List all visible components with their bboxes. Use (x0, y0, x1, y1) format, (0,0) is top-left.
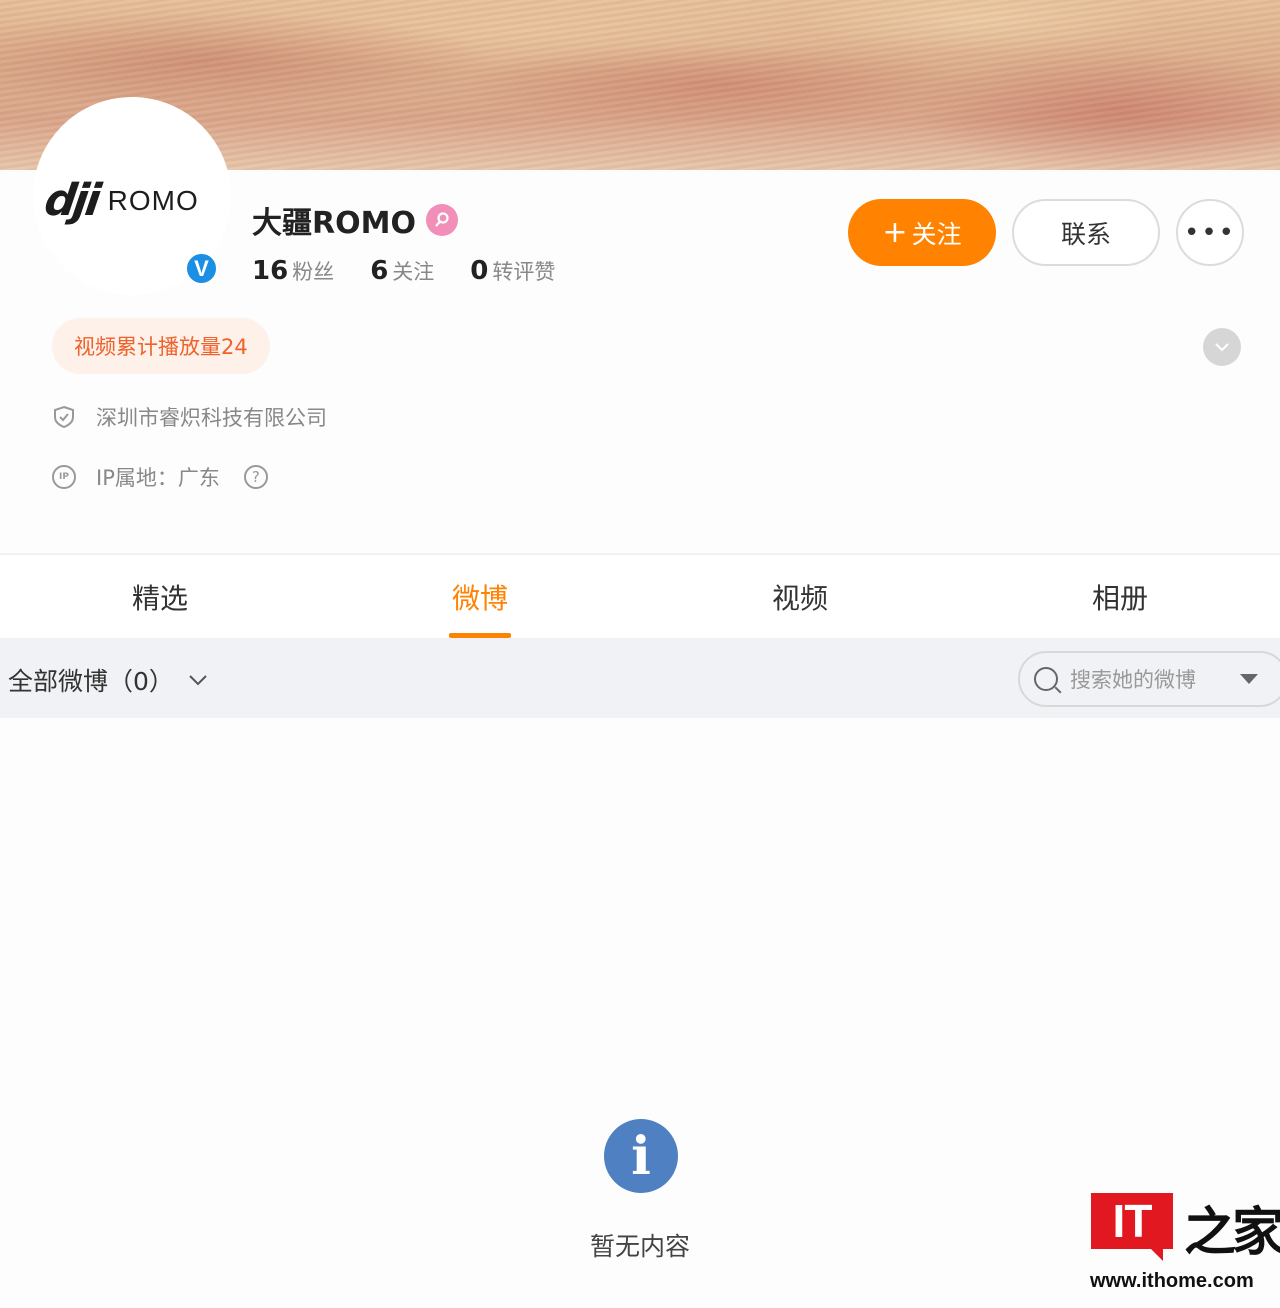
empty-message: 暂无内容 (589, 1232, 690, 1261)
tab-video[interactable]: 视频 (640, 556, 960, 638)
stat-label: 粉丝 (292, 260, 335, 284)
verified-icon: V (185, 252, 218, 285)
ip-location-row: IP IP属地：广东 ? (52, 462, 268, 492)
filter-dropdown[interactable]: 全部微博（0） (8, 662, 208, 698)
shield-icon (52, 405, 76, 429)
more-button[interactable]: ••• (1176, 199, 1244, 266)
stat-label: 转评赞 (492, 260, 556, 284)
filter-bar: 全部微博（0） 搜索她的微博 (0, 638, 1280, 718)
watermark-logo-it: IT (1091, 1193, 1173, 1261)
profile-page: dji ROMO V 大疆ROMO 16 粉丝 6 关注 0 转评赞 + 关注 联系 … (0, 0, 1280, 1308)
search-input[interactable]: 搜索她的微博 (1018, 651, 1280, 707)
stat-label: 关注 (392, 260, 435, 284)
contact-button[interactable]: 联系 (1012, 199, 1160, 266)
chevron-down-icon[interactable] (1203, 328, 1241, 366)
plus-icon: + (882, 215, 908, 250)
profile-name-row: 大疆ROMO (252, 198, 458, 242)
follow-label: 关注 (911, 219, 962, 249)
company-row: 深圳市睿炽科技有限公司 (52, 402, 327, 432)
ip-icon: IP (52, 465, 76, 489)
tab-weibo[interactable]: 微博 (320, 556, 640, 638)
profile-stats: 16 粉丝 6 关注 0 转评赞 (252, 256, 555, 286)
stat-interactions[interactable]: 0 转评赞 (470, 256, 555, 286)
brand-logo: dji ROMO (41, 175, 199, 226)
caret-down-icon[interactable] (1240, 674, 1258, 684)
search-placeholder: 搜索她的微博 (1070, 668, 1196, 692)
search-icon (1034, 667, 1058, 691)
chevron-down-icon (188, 670, 208, 691)
logo-romo-text: ROMO (107, 184, 199, 216)
watermark-url: www.ithome.com (1090, 1270, 1254, 1292)
tab-featured[interactable]: 精选 (0, 556, 320, 638)
help-icon[interactable]: ? (243, 465, 268, 489)
logo-dji-text: dji (41, 175, 102, 226)
follow-button[interactable]: + 关注 (848, 199, 996, 266)
company-name: 深圳市睿炽科技有限公司 (96, 406, 327, 430)
filter-label: 全部微博（0） (8, 667, 174, 696)
info-icon: i (604, 1119, 678, 1193)
stat-value: 16 (252, 256, 289, 286)
stat-value: 0 (470, 256, 489, 286)
profile-tabs: 精选 微博 视频 相册 (0, 556, 1280, 638)
stat-followers[interactable]: 16 粉丝 (252, 256, 334, 286)
stat-value: 6 (370, 256, 389, 286)
tab-album[interactable]: 相册 (960, 556, 1280, 638)
divider (0, 553, 1280, 555)
stat-following[interactable]: 6 关注 (370, 256, 434, 286)
video-play-count-tag[interactable]: 视频累计播放量24 (52, 318, 270, 374)
watermark-logo-cn: 之家 (1184, 1202, 1280, 1263)
profile-name: 大疆ROMO (252, 206, 416, 241)
ip-location: IP属地：广东 (96, 466, 220, 490)
female-icon (425, 204, 458, 236)
